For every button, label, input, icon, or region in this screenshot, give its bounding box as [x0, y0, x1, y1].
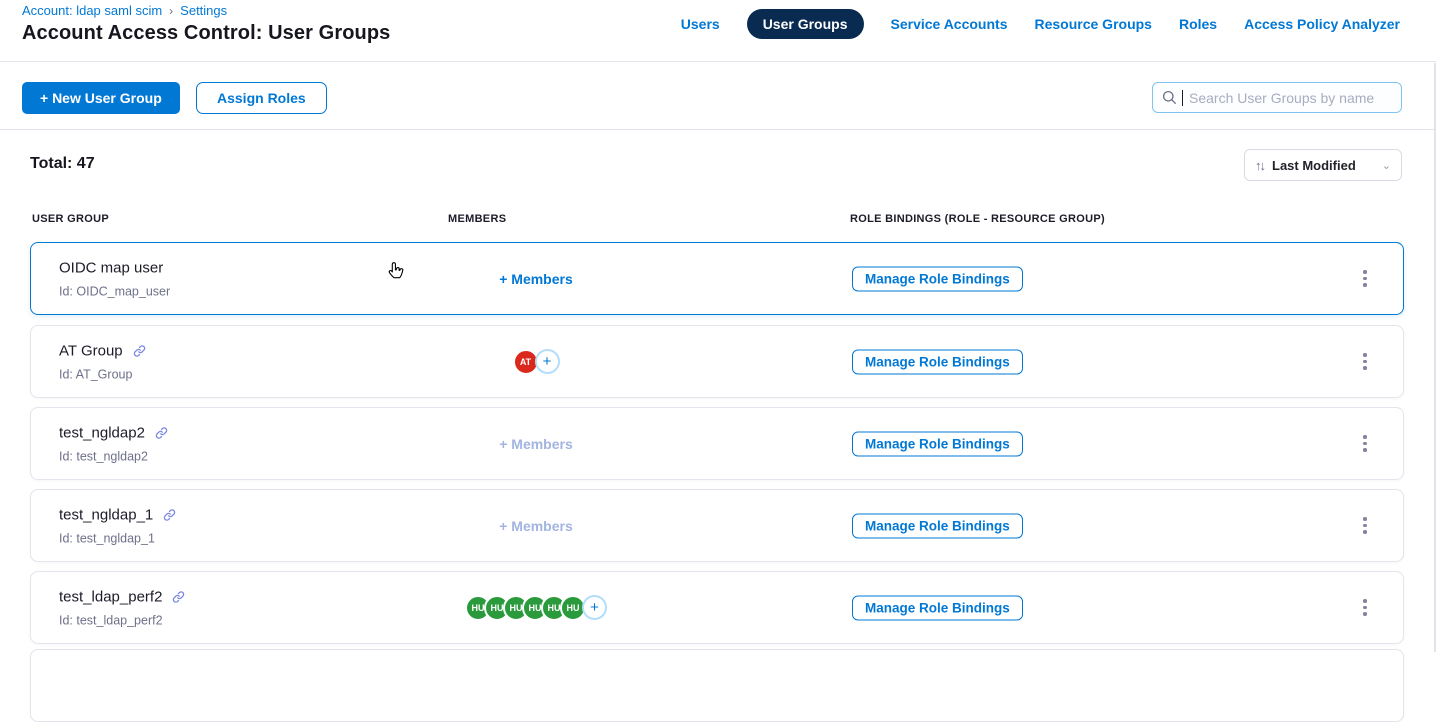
group-name-cell: AT Group Id: AT_Group [59, 342, 146, 381]
add-members-link: + Members [499, 436, 573, 452]
group-id: Id: AT_Group [59, 367, 146, 381]
members-cell: AT+ [451, 326, 621, 397]
linked-group-icon[interactable] [133, 344, 146, 357]
member-avatars: AT+ [513, 349, 560, 375]
role-bindings-cell: Manage Role Bindings [852, 349, 1023, 374]
role-bindings-cell: Manage Role Bindings [852, 431, 1023, 456]
row-options-menu-icon[interactable] [1353, 511, 1377, 541]
page-header: Account: ldap saml scim › Settings Accou… [0, 0, 1436, 62]
sort-dropdown[interactable]: ↑↓ Last Modified ⌄ [1244, 149, 1402, 181]
user-group-row[interactable]: test_ngldap2 Id: test_ngldap2 + Members … [30, 407, 1404, 480]
add-member-button[interactable]: + [582, 595, 607, 620]
breadcrumb-settings-link[interactable]: Settings [180, 3, 227, 18]
manage-role-bindings-button[interactable]: Manage Role Bindings [852, 266, 1023, 291]
add-member-button[interactable]: + [535, 349, 560, 374]
manage-role-bindings-button[interactable]: Manage Role Bindings [852, 349, 1023, 374]
sort-selected-value: Last Modified [1272, 158, 1374, 173]
search-box[interactable] [1152, 82, 1402, 113]
nav-tab-resource-groups[interactable]: Resource Groups [1034, 16, 1151, 32]
members-cell: HUHUHUHUHUHU+ [451, 572, 621, 643]
members-cell: + Members [451, 408, 621, 479]
linked-group-icon[interactable] [155, 426, 168, 439]
nav-tab-roles[interactable]: Roles [1179, 16, 1217, 32]
nav-tab-access-policy-analyzer[interactable]: Access Policy Analyzer [1244, 16, 1400, 32]
breadcrumb-separator-icon: › [169, 4, 173, 18]
linked-group-icon[interactable] [172, 590, 185, 603]
row-options-menu-icon[interactable] [1353, 429, 1377, 459]
group-id: Id: test_ngldap_1 [59, 531, 176, 545]
group-name-cell: test_ldap_perf2 Id: test_ldap_perf2 [59, 588, 185, 627]
user-group-row[interactable]: OIDC map user Id: OIDC_map_user + Member… [30, 242, 1404, 315]
row-options-menu-icon[interactable] [1353, 264, 1377, 294]
new-user-group-button[interactable]: + New User Group [22, 82, 180, 114]
user-group-row[interactable]: test_ngldap_1 Id: test_ngldap_1 + Member… [30, 489, 1404, 562]
text-caret [1182, 90, 1183, 106]
nav-tabs: Users User Groups Service Accounts Resource… [681, 8, 1400, 40]
group-name-cell: test_ngldap_1 Id: test_ngldap_1 [59, 506, 176, 545]
manage-role-bindings-button[interactable]: Manage Role Bindings [852, 595, 1023, 620]
role-bindings-cell: Manage Role Bindings [852, 595, 1023, 620]
column-header-user-group: USER GROUP [32, 213, 109, 225]
linked-group-icon[interactable] [163, 508, 176, 521]
group-name-cell: test_ngldap2 Id: test_ngldap2 [59, 424, 168, 463]
toolbar: + New User Group Assign Roles [0, 63, 1436, 130]
member-avatars: HUHUHUHUHUHU+ [465, 595, 607, 621]
total-count: Total: 47 [30, 155, 95, 173]
nav-tab-user-groups[interactable]: User Groups [747, 9, 864, 39]
group-name: test_ldap_perf2 [59, 588, 162, 605]
manage-role-bindings-button[interactable]: Manage Role Bindings [852, 513, 1023, 538]
group-id: Id: test_ldap_perf2 [59, 613, 185, 627]
column-header-members: MEMBERS [448, 213, 506, 225]
group-name: test_ngldap_1 [59, 506, 153, 523]
breadcrumb-account-link[interactable]: Account: ldap saml scim [22, 3, 162, 18]
user-group-row[interactable]: test_ldap_perf2 Id: test_ldap_perf2 HUHU… [30, 571, 1404, 644]
add-members-link: + Members [499, 518, 573, 534]
nav-tab-service-accounts[interactable]: Service Accounts [891, 16, 1008, 32]
manage-role-bindings-button[interactable]: Manage Role Bindings [852, 431, 1023, 456]
group-name: test_ngldap2 [59, 424, 145, 441]
add-members-link[interactable]: + Members [499, 271, 573, 287]
sort-arrows-icon: ↑↓ [1255, 158, 1264, 173]
assign-roles-button[interactable]: Assign Roles [196, 82, 327, 114]
members-cell: + Members [451, 243, 621, 314]
nav-tab-users[interactable]: Users [681, 16, 720, 32]
role-bindings-cell: Manage Role Bindings [852, 266, 1023, 291]
row-options-menu-icon[interactable] [1353, 347, 1377, 377]
group-id: Id: OIDC_map_user [59, 284, 170, 298]
row-options-menu-icon[interactable] [1353, 593, 1377, 623]
search-icon [1162, 90, 1177, 105]
members-cell: + Members [451, 490, 621, 561]
page-title: Account Access Control: User Groups [22, 22, 390, 45]
group-id: Id: test_ngldap2 [59, 449, 168, 463]
user-group-row[interactable]: AT Group Id: AT_Group AT+ Manage Role Bi… [30, 325, 1404, 398]
group-name: OIDC map user [59, 259, 163, 276]
chevron-down-icon: ⌄ [1382, 159, 1391, 172]
breadcrumb: Account: ldap saml scim › Settings [22, 3, 227, 18]
user-group-row-partial[interactable] [30, 649, 1404, 722]
role-bindings-cell: Manage Role Bindings [852, 513, 1023, 538]
group-name: AT Group [59, 342, 123, 359]
column-header-role-bindings: ROLE BINDINGS (ROLE - RESOURCE GROUP) [850, 213, 1105, 225]
group-name-cell: OIDC map user Id: OIDC_map_user [59, 259, 170, 298]
search-input[interactable] [1189, 90, 1389, 106]
